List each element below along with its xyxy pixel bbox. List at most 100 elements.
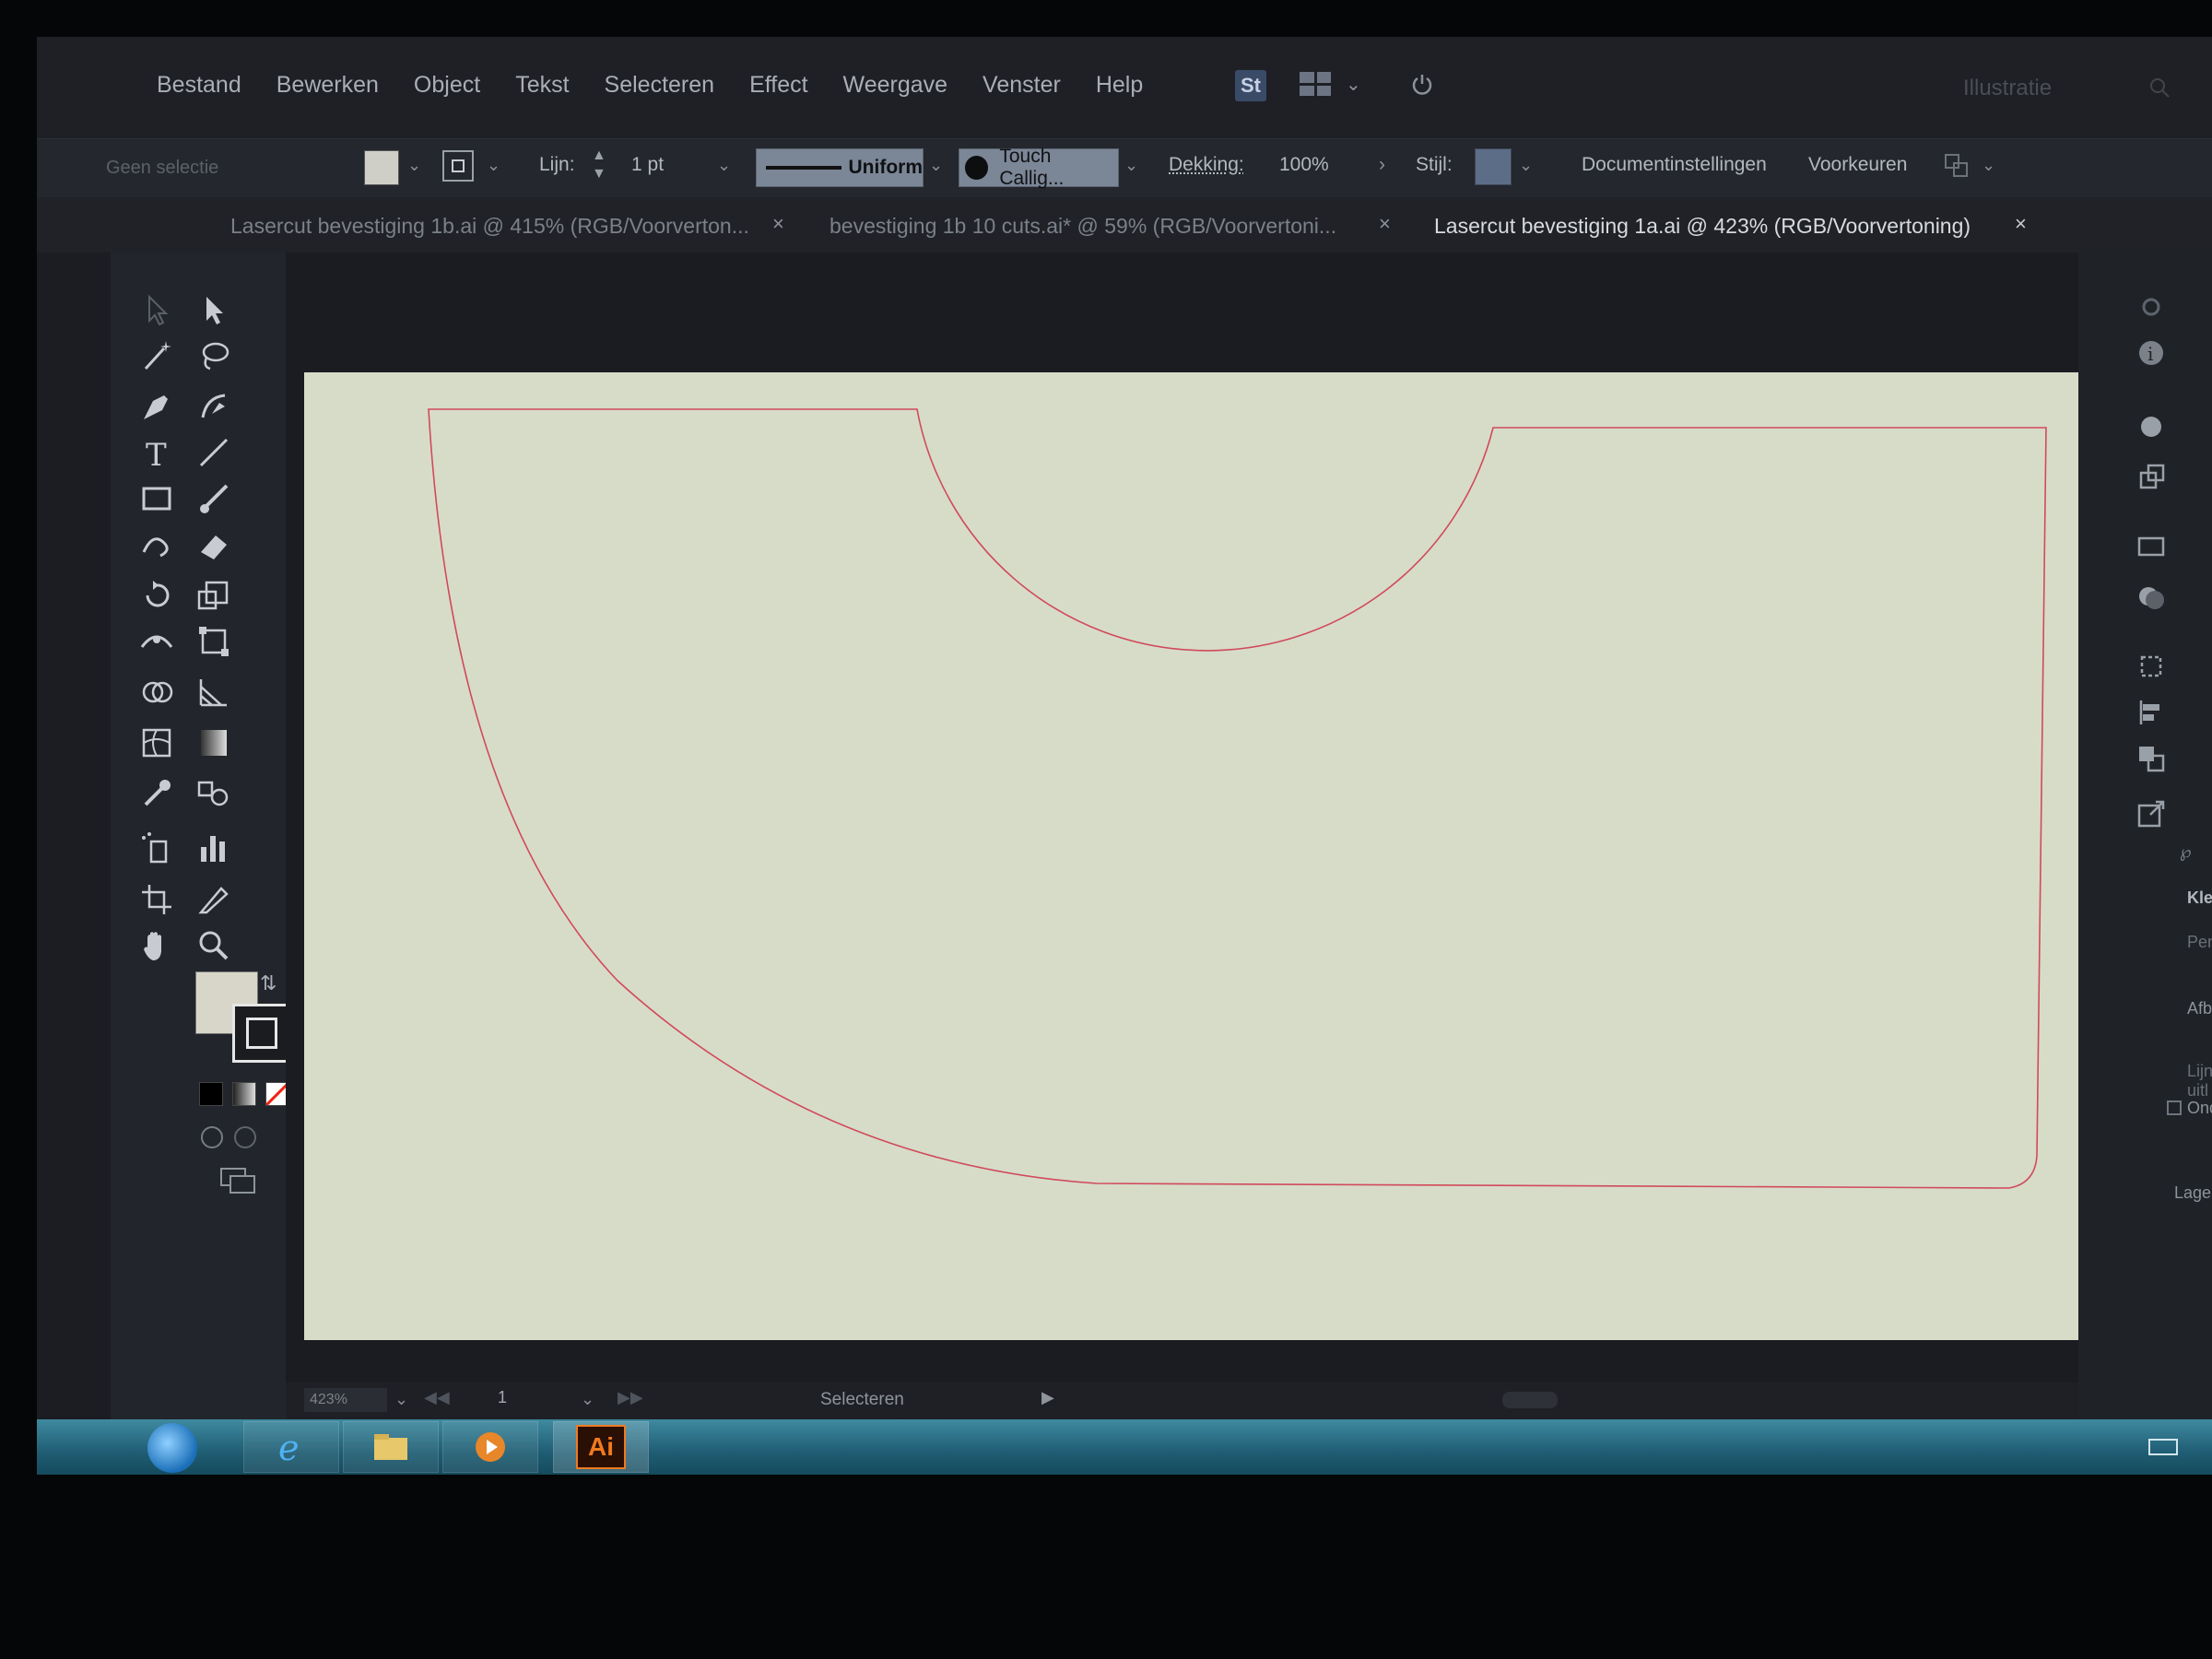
checkbox[interactable] xyxy=(2167,1100,2182,1115)
artboards-icon[interactable] xyxy=(2134,649,2169,684)
media-player-icon[interactable] xyxy=(442,1421,538,1473)
graphic-style-swatch[interactable] xyxy=(1475,148,1512,185)
lasercut-shape[interactable] xyxy=(304,372,2083,1340)
menu-tekst[interactable]: Tekst xyxy=(515,72,569,99)
color-guide-icon[interactable] xyxy=(2134,409,2169,444)
pathfinder-icon[interactable] xyxy=(2134,741,2169,776)
search-icon[interactable] xyxy=(2147,76,2171,100)
screen-mode-icon[interactable] xyxy=(218,1165,258,1196)
menu-help[interactable]: Help xyxy=(1096,72,1143,99)
arrange-documents-button[interactable]: ⌄ xyxy=(1300,72,1361,96)
draw-behind-icon[interactable] xyxy=(234,1126,256,1148)
brush-panel-label[interactable]: Pens xyxy=(2187,933,2212,952)
chevron-down-icon[interactable]: ⌄ xyxy=(929,156,943,175)
artboard-number-field[interactable]: 1 xyxy=(498,1388,507,1407)
zoom-tool-icon[interactable] xyxy=(194,925,234,966)
horizontal-scrollbar-thumb[interactable] xyxy=(1502,1392,1558,1408)
file-explorer-icon[interactable] xyxy=(343,1421,439,1473)
menu-venster[interactable]: Venster xyxy=(982,72,1061,99)
tab-lasercut-1b[interactable]: Lasercut bevestiging 1b.ai @ 415% (RGB/V… xyxy=(230,214,749,239)
free-transform-tool-icon[interactable] xyxy=(194,621,234,662)
close-icon[interactable]: × xyxy=(2015,212,2027,236)
settings-icon[interactable] xyxy=(2134,289,2169,324)
color-panel-tab[interactable]: Kle xyxy=(2187,888,2212,908)
layers-tab[interactable]: Lagen xyxy=(2174,1183,2212,1203)
stroke-weight-field[interactable]: 1 pt xyxy=(631,154,664,176)
menu-weergave[interactable]: Weergave xyxy=(843,72,948,99)
default-colors-icon[interactable] xyxy=(199,1082,223,1106)
chevron-down-icon[interactable]: ⌄ xyxy=(1519,156,1533,175)
internet-explorer-icon[interactable]: e xyxy=(243,1421,339,1473)
close-icon[interactable]: × xyxy=(1379,212,1391,236)
rectangle-tool-icon[interactable] xyxy=(136,478,177,519)
keyboard-icon[interactable] xyxy=(2147,1436,2179,1458)
zoom-level-field[interactable]: 423% xyxy=(304,1388,387,1412)
magic-wand-tool-icon[interactable] xyxy=(136,335,177,376)
stock-button[interactable]: St xyxy=(1235,70,1266,101)
selection-tool-icon[interactable] xyxy=(136,289,177,330)
menu-object[interactable]: Object xyxy=(414,72,480,99)
gradient-tool-icon[interactable] xyxy=(194,723,234,763)
tab-bevestiging-1b-10-cuts[interactable]: bevestiging 1b 10 cuts.ai* @ 59% (RGB/Vo… xyxy=(830,214,1336,239)
status-menu-icon[interactable]: ▶ xyxy=(1041,1388,1054,1407)
chevron-down-icon[interactable]: ⌄ xyxy=(581,1390,594,1409)
chevron-down-icon[interactable]: ⌄ xyxy=(394,1390,408,1409)
menu-bewerken[interactable]: Bewerken xyxy=(276,72,379,99)
menu-selecteren[interactable]: Selecteren xyxy=(605,72,715,99)
document-settings-button[interactable]: Documentinstellingen xyxy=(1582,154,1767,176)
preferences-button[interactable]: Voorkeuren xyxy=(1808,154,1907,176)
close-icon[interactable]: × xyxy=(772,212,784,236)
scale-tool-icon[interactable] xyxy=(194,575,234,616)
transparency-icon[interactable] xyxy=(2134,580,2169,615)
brush-definition-dropdown[interactable]: Touch Callig... xyxy=(959,146,1119,189)
chevron-down-icon[interactable]: ⌄ xyxy=(1124,156,1138,175)
column-graph-tool-icon[interactable] xyxy=(194,829,234,869)
illustrator-taskbar-button[interactable]: Ai xyxy=(553,1421,649,1473)
mesh-tool-icon[interactable] xyxy=(136,723,177,763)
libraries-icon[interactable]: ℘ xyxy=(2180,842,2212,861)
first-artboard-icon[interactable]: ◀◀ xyxy=(424,1388,450,1407)
opacity-field[interactable]: 100% xyxy=(1279,154,1329,176)
paintbrush-tool-icon[interactable] xyxy=(194,478,234,519)
artboard-tool-icon[interactable] xyxy=(136,879,177,920)
shaper-tool-icon[interactable] xyxy=(136,524,177,565)
menu-bestand[interactable]: Bestand xyxy=(157,72,241,99)
variable-width-profile-dropdown[interactable]: Uniform xyxy=(756,148,924,187)
cut-outline-path[interactable] xyxy=(428,408,2047,1189)
menu-effect[interactable]: Effect xyxy=(749,72,807,99)
swap-fill-stroke-icon[interactable]: ⇅ xyxy=(260,971,276,995)
arrange-icon[interactable] xyxy=(1943,152,1971,180)
perspective-grid-tool-icon[interactable] xyxy=(194,672,234,712)
stroke-weight-stepper[interactable]: ▲ ▼ xyxy=(592,147,606,183)
chevron-down-icon[interactable]: ⌄ xyxy=(487,156,500,175)
info-icon[interactable]: i xyxy=(2134,335,2169,371)
chevron-down-icon[interactable]: ⌄ xyxy=(1982,156,1995,175)
power-icon[interactable] xyxy=(1410,72,1434,96)
export-icon[interactable] xyxy=(2134,796,2169,831)
stroke-color-box[interactable] xyxy=(232,1004,291,1063)
eraser-tool-icon[interactable] xyxy=(194,524,234,565)
fill-color-swatch[interactable] xyxy=(364,150,399,185)
shape-builder-tool-icon[interactable] xyxy=(136,672,177,712)
blend-tool-icon[interactable] xyxy=(194,773,234,814)
document-canvas[interactable] xyxy=(286,253,2083,1419)
type-tool-icon[interactable]: T xyxy=(136,432,177,474)
pen-tool-icon[interactable] xyxy=(136,386,177,427)
eyedropper-tool-icon[interactable] xyxy=(136,773,177,814)
line-segment-tool-icon[interactable] xyxy=(194,432,234,473)
start-button[interactable] xyxy=(147,1423,197,1473)
lasso-tool-icon[interactable] xyxy=(194,335,234,376)
chevron-right-icon[interactable]: › xyxy=(1379,154,1385,176)
stroke-color-swatch[interactable] xyxy=(442,150,474,182)
chevron-down-icon[interactable]: ⌄ xyxy=(407,156,421,175)
align-icon[interactable] xyxy=(2134,695,2169,730)
gradient-panel-icon[interactable] xyxy=(2134,529,2169,564)
slice-tool-icon[interactable] xyxy=(194,879,234,920)
opacity-label[interactable]: Dekking: xyxy=(1169,154,1244,176)
transform-icon[interactable] xyxy=(2134,460,2169,495)
last-artboard-icon[interactable]: ▶▶ xyxy=(618,1388,643,1407)
curvature-tool-icon[interactable] xyxy=(194,386,234,427)
chevron-down-icon[interactable]: ⌄ xyxy=(717,156,731,175)
gradient-swatch-icon[interactable] xyxy=(232,1082,256,1106)
symbol-sprayer-tool-icon[interactable] xyxy=(136,829,177,869)
